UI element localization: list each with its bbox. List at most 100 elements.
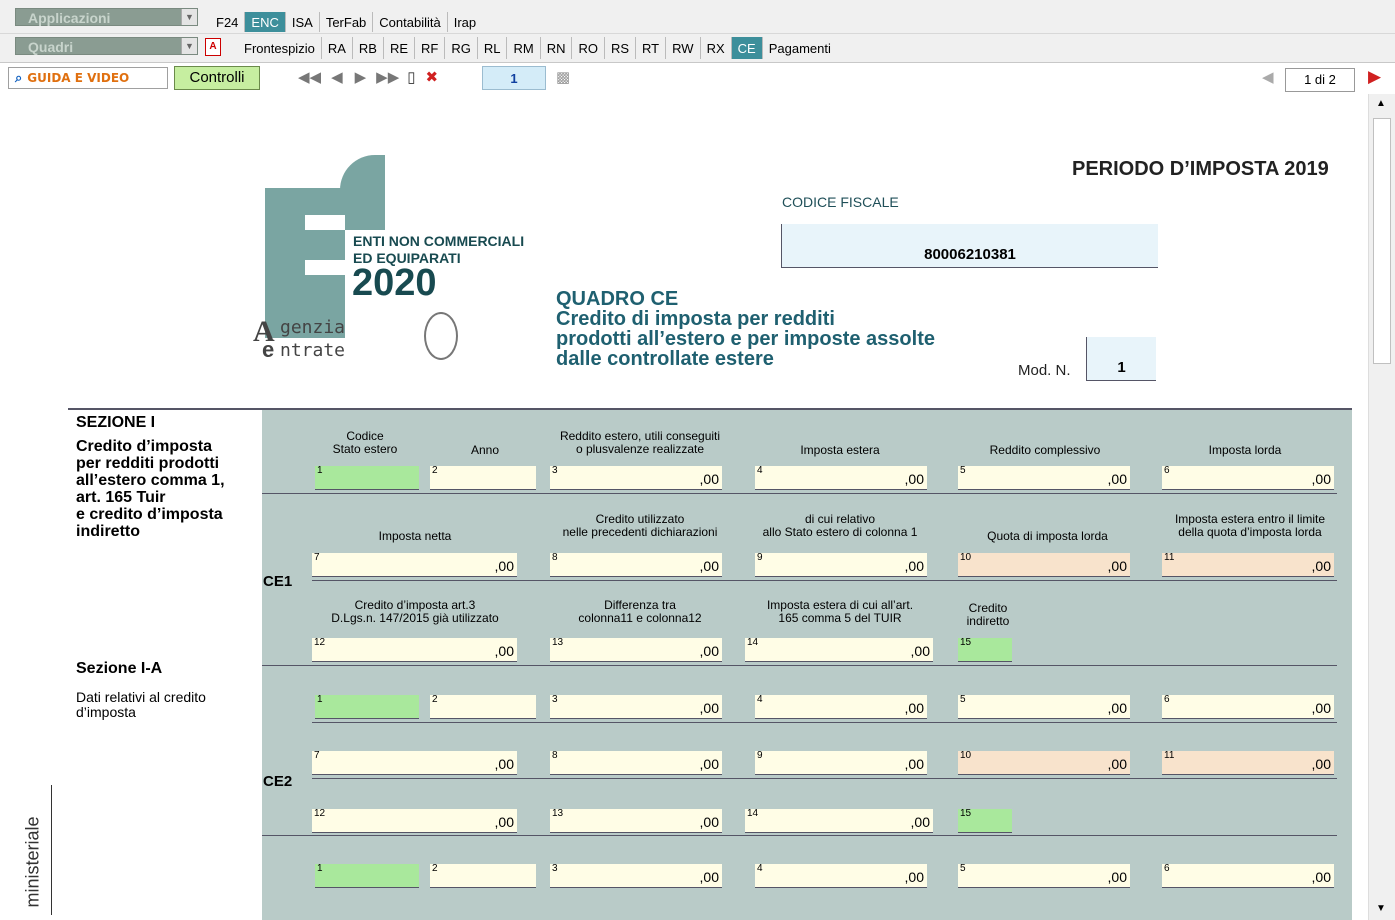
ce1-col8-field[interactable]: 8,00 xyxy=(550,552,722,577)
ce1-col10-field[interactable]: 10,00 xyxy=(958,552,1130,577)
scroll-down-icon[interactable]: ▼ xyxy=(1376,903,1386,914)
ce2-col15-field[interactable]: 15 xyxy=(958,808,1012,833)
tab-rf[interactable]: RF xyxy=(415,37,446,59)
ce1-col5-field[interactable]: 5,00 xyxy=(958,465,1130,490)
ce2-col10-field[interactable]: 10,00 xyxy=(958,750,1130,775)
ce2-col9-field[interactable]: 9,00 xyxy=(755,750,927,775)
side-label: ministeriale xyxy=(22,816,43,908)
ce1-col13-field[interactable]: 13,00 xyxy=(550,637,722,662)
ce2-col7-field[interactable]: 7,00 xyxy=(312,750,517,775)
next-icon[interactable]: ▶ xyxy=(355,68,367,86)
tab-contabilita[interactable]: Contabilità xyxy=(373,12,448,32)
tab-ce[interactable]: CE xyxy=(731,37,763,59)
last-icon[interactable]: ▶▶ xyxy=(376,68,399,86)
quadro-title: QUADRO CE Credito di imposta per redditi… xyxy=(556,288,935,370)
tab-re[interactable]: RE xyxy=(384,37,415,59)
ce1-col2-field[interactable]: 2 xyxy=(430,465,536,490)
ce1-col11-field[interactable]: 11,00 xyxy=(1162,552,1334,577)
ce1-col12-field[interactable]: 12,00 xyxy=(312,637,517,662)
ce2-col3-field[interactable]: 3,00 xyxy=(550,694,722,719)
chevron-down-icon[interactable]: ▼ xyxy=(181,9,197,25)
col-heading: di cui relativo allo Stato estero di colo… xyxy=(762,512,918,539)
ce2-col12-field[interactable]: 12,00 xyxy=(312,808,517,833)
page-number-field[interactable]: 1 xyxy=(482,66,546,90)
ce1-col4-field[interactable]: 4,00 xyxy=(755,465,927,490)
ce2-col1-field[interactable]: 1 xyxy=(315,694,419,719)
ce3-col3-field[interactable]: 3,00 xyxy=(550,863,722,888)
tab-terfab[interactable]: TerFab xyxy=(320,12,374,32)
vertical-scrollbar[interactable]: ▲ ▼ xyxy=(1368,94,1395,920)
scroll-up-icon[interactable]: ▲ xyxy=(1376,98,1386,109)
tab-pagamenti[interactable]: Pagamenti xyxy=(763,37,837,59)
tab-rn[interactable]: RN xyxy=(541,37,573,59)
ce1-col1-field[interactable]: 1 xyxy=(315,465,419,490)
ce2-col11-field[interactable]: 11,00 xyxy=(1162,750,1334,775)
ce3-col6-field[interactable]: 6,00 xyxy=(1162,863,1334,888)
guida-video-button[interactable]: ⌕ GUIDA E VIDEO xyxy=(8,67,168,89)
tab-rs[interactable]: RS xyxy=(605,37,637,59)
tab-rt[interactable]: RT xyxy=(636,37,667,59)
first-icon[interactable]: ◀◀ xyxy=(298,68,321,86)
ce2-col4-field[interactable]: 4,00 xyxy=(755,694,927,719)
col-heading: Imposta estera xyxy=(800,443,880,457)
col-heading: Reddito estero, utili conseguiti o plusva… xyxy=(559,429,721,456)
row-label-ce1: CE1 xyxy=(263,573,293,590)
tab-rw[interactable]: RW xyxy=(666,37,701,59)
tab-rl[interactable]: RL xyxy=(478,37,508,59)
ce1-col14-field[interactable]: 14,00 xyxy=(745,637,933,662)
ce2-col5-field[interactable]: 5,00 xyxy=(958,694,1130,719)
row-divider xyxy=(312,778,1337,779)
chevron-down-icon[interactable]: ▼ xyxy=(181,38,197,54)
ce1-col3-field[interactable]: 3,00 xyxy=(550,465,722,490)
prev-icon[interactable]: ◀ xyxy=(331,68,343,86)
ce2-col8-field[interactable]: 8,00 xyxy=(550,750,722,775)
col-heading: Reddito complessivo xyxy=(989,443,1101,457)
tab-frontespizio[interactable]: Frontespizio xyxy=(238,37,322,59)
ce2-col13-field[interactable]: 13,00 xyxy=(550,808,722,833)
ce2-col6-field[interactable]: 6,00 xyxy=(1162,694,1334,719)
ce1-col6-field[interactable]: 6,00 xyxy=(1162,465,1334,490)
new-page-icon[interactable]: ▯ xyxy=(407,68,415,86)
ce1-col15-field[interactable]: 15 xyxy=(958,637,1012,662)
tab-ro[interactable]: RO xyxy=(572,37,605,59)
toolbar-applicazioni: Applicazioni ▼ F24 ENC ISA TerFab Contabi… xyxy=(0,0,1395,34)
section-divider xyxy=(68,408,1352,410)
pdf-icon[interactable]: A xyxy=(205,38,221,56)
tab-rm[interactable]: RM xyxy=(507,37,541,59)
cf-label: CODICE FISCALE xyxy=(782,194,899,210)
row-divider xyxy=(262,835,1337,836)
toolbar-quadri: Quadri ▼ A Frontespizio RA RB RE RF RG RL… xyxy=(0,34,1395,63)
tab-ra[interactable]: RA xyxy=(322,37,353,59)
col-heading: Anno xyxy=(470,443,500,457)
ce2-col14-field[interactable]: 14,00 xyxy=(745,808,933,833)
ce3-col5-field[interactable]: 5,00 xyxy=(958,863,1130,888)
ce1-col9-field[interactable]: 9,00 xyxy=(755,552,927,577)
tab-rg[interactable]: RG xyxy=(445,37,478,59)
tab-isa[interactable]: ISA xyxy=(286,12,320,32)
delete-page-icon[interactable]: ✖ xyxy=(426,68,439,86)
scroll-thumb[interactable] xyxy=(1373,118,1391,364)
controlli-button[interactable]: Controlli xyxy=(174,66,260,90)
col-heading: Imposta netta xyxy=(378,529,452,543)
col-heading: Imposta estera entro il limite della quot… xyxy=(1174,512,1326,539)
applicazioni-combo[interactable]: Applicazioni ▼ xyxy=(15,8,198,26)
prev-page-icon[interactable]: ◀ xyxy=(1262,68,1274,86)
next-page-icon[interactable]: ▶ xyxy=(1368,67,1381,87)
cf-field[interactable]: 80006210381 xyxy=(781,224,1158,268)
row-label-ce2: CE2 xyxy=(263,773,293,790)
mod-field[interactable]: 1 xyxy=(1086,337,1156,381)
tab-enc[interactable]: ENC xyxy=(245,12,286,32)
ce3-col1-field[interactable]: 1 xyxy=(315,863,419,888)
ce2-col2-field[interactable]: 2 xyxy=(430,694,536,719)
ce1-col7-field[interactable]: 7,00 xyxy=(312,552,517,577)
tab-rx[interactable]: RX xyxy=(701,37,732,59)
ce3-col4-field[interactable]: 4,00 xyxy=(755,863,927,888)
row-divider xyxy=(262,665,1337,666)
col-heading: Quota di imposta lorda xyxy=(987,529,1108,543)
tab-f24[interactable]: F24 xyxy=(210,12,246,32)
ce3-col2-field[interactable]: 2 xyxy=(430,863,536,888)
tab-rb[interactable]: RB xyxy=(353,37,384,59)
quadri-combo[interactable]: Quadri ▼ xyxy=(15,37,198,55)
row-divider xyxy=(312,722,1337,723)
tab-irap[interactable]: Irap xyxy=(448,12,482,32)
